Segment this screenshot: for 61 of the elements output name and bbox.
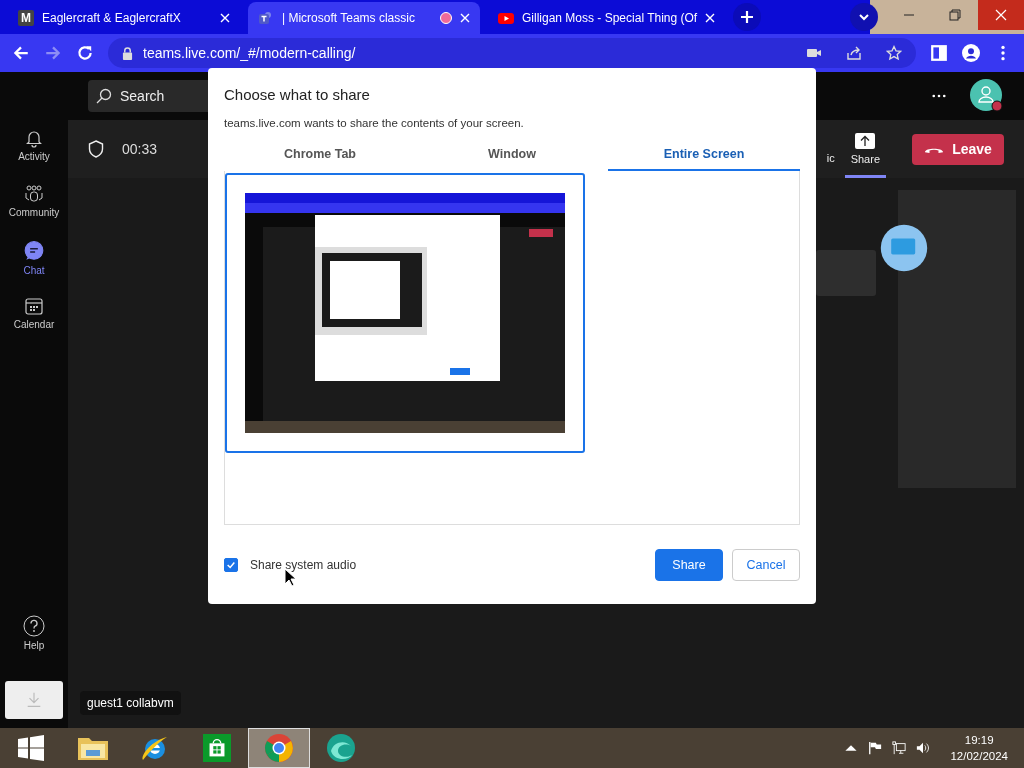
tab-title: | Microsoft Teams classic: [282, 11, 416, 25]
lock-icon: [122, 46, 133, 60]
new-tab-button[interactable]: [733, 3, 762, 31]
more-icon[interactable]: [932, 94, 946, 98]
teams-icon: [258, 10, 274, 26]
dialog-title: Choose what to share: [224, 86, 371, 103]
rail-item[interactable]: Community: [8, 184, 60, 240]
download-icon: [25, 691, 43, 709]
cancel-button[interactable]: Cancel: [732, 548, 800, 581]
back-icon[interactable]: [12, 44, 30, 62]
favicon: M: [18, 10, 34, 26]
video-tile: [816, 250, 876, 296]
browser-tab[interactable]: | Microsoft Teams classic: [248, 2, 480, 34]
rail-item[interactable]: Activity: [18, 128, 50, 184]
leave-button[interactable]: Leave: [912, 133, 1004, 165]
check-icon: [226, 559, 236, 570]
close-icon[interactable]: [220, 13, 230, 23]
plus-icon: [740, 10, 755, 24]
people-icon: [24, 184, 44, 204]
reload-icon[interactable]: [76, 44, 94, 62]
close-icon[interactable]: [460, 13, 470, 23]
share-tab[interactable]: Window: [416, 139, 608, 171]
dialog-message: teams.live.com wants to share the contents of your screen.: [224, 117, 525, 129]
network-icon[interactable]: [892, 741, 907, 755]
browser-tab[interactable]: Gilligan Moss - Special Thing (Of: [488, 2, 726, 34]
bell-icon: [24, 128, 44, 148]
star-icon[interactable]: [886, 45, 902, 61]
tab-title: Gilligan Moss - Special Thing (Of: [522, 11, 698, 25]
upload-icon: [855, 133, 876, 149]
avatar-icon[interactable]: [970, 79, 1004, 113]
help-item[interactable]: Help: [23, 615, 45, 671]
shield-icon: [88, 140, 104, 158]
url-text: teams.live.com/_#/modern-calling/: [143, 45, 356, 61]
flag-icon[interactable]: [868, 741, 883, 755]
rail-item[interactable]: Calendar: [13, 296, 55, 352]
close-icon[interactable]: [705, 13, 716, 23]
play-icon: [498, 10, 514, 26]
chat-icon: [23, 240, 45, 262]
tab-title: Eaglercraft & EaglercraftX: [42, 11, 182, 25]
tooltip: guest1 collabvm: [80, 691, 181, 715]
search-icon: [96, 88, 112, 104]
clock[interactable]: 19:19 12/02/2024: [950, 731, 1008, 765]
side-panel-icon[interactable]: [930, 44, 948, 62]
checkbox[interactable]: [224, 557, 238, 572]
share-confirm-button[interactable]: Share: [655, 548, 723, 581]
calendar-icon: [24, 296, 44, 316]
chevron-down-icon: [858, 11, 870, 23]
rail-item[interactable]: Chat: [23, 240, 45, 296]
share-audio-checkbox[interactable]: Share system audio: [224, 557, 357, 572]
help-icon: [23, 615, 45, 637]
share-tab[interactable]: Entire Screen: [608, 139, 800, 171]
profile-icon[interactable]: [962, 44, 980, 62]
screen-option[interactable]: [225, 173, 585, 453]
tab-search-button[interactable]: [850, 3, 878, 31]
call-timer: 00:33: [122, 141, 158, 157]
address-bar[interactable]: teams.live.com/_#/modern-calling/: [108, 38, 916, 68]
browser-tab[interactable]: M Eaglercraft & EaglercraftX: [8, 2, 240, 34]
share-icon[interactable]: [846, 45, 862, 61]
share-tab[interactable]: Chrome Tab: [224, 139, 416, 171]
volume-icon[interactable]: [916, 741, 931, 755]
mic-button[interactable]: ic: [820, 120, 841, 178]
